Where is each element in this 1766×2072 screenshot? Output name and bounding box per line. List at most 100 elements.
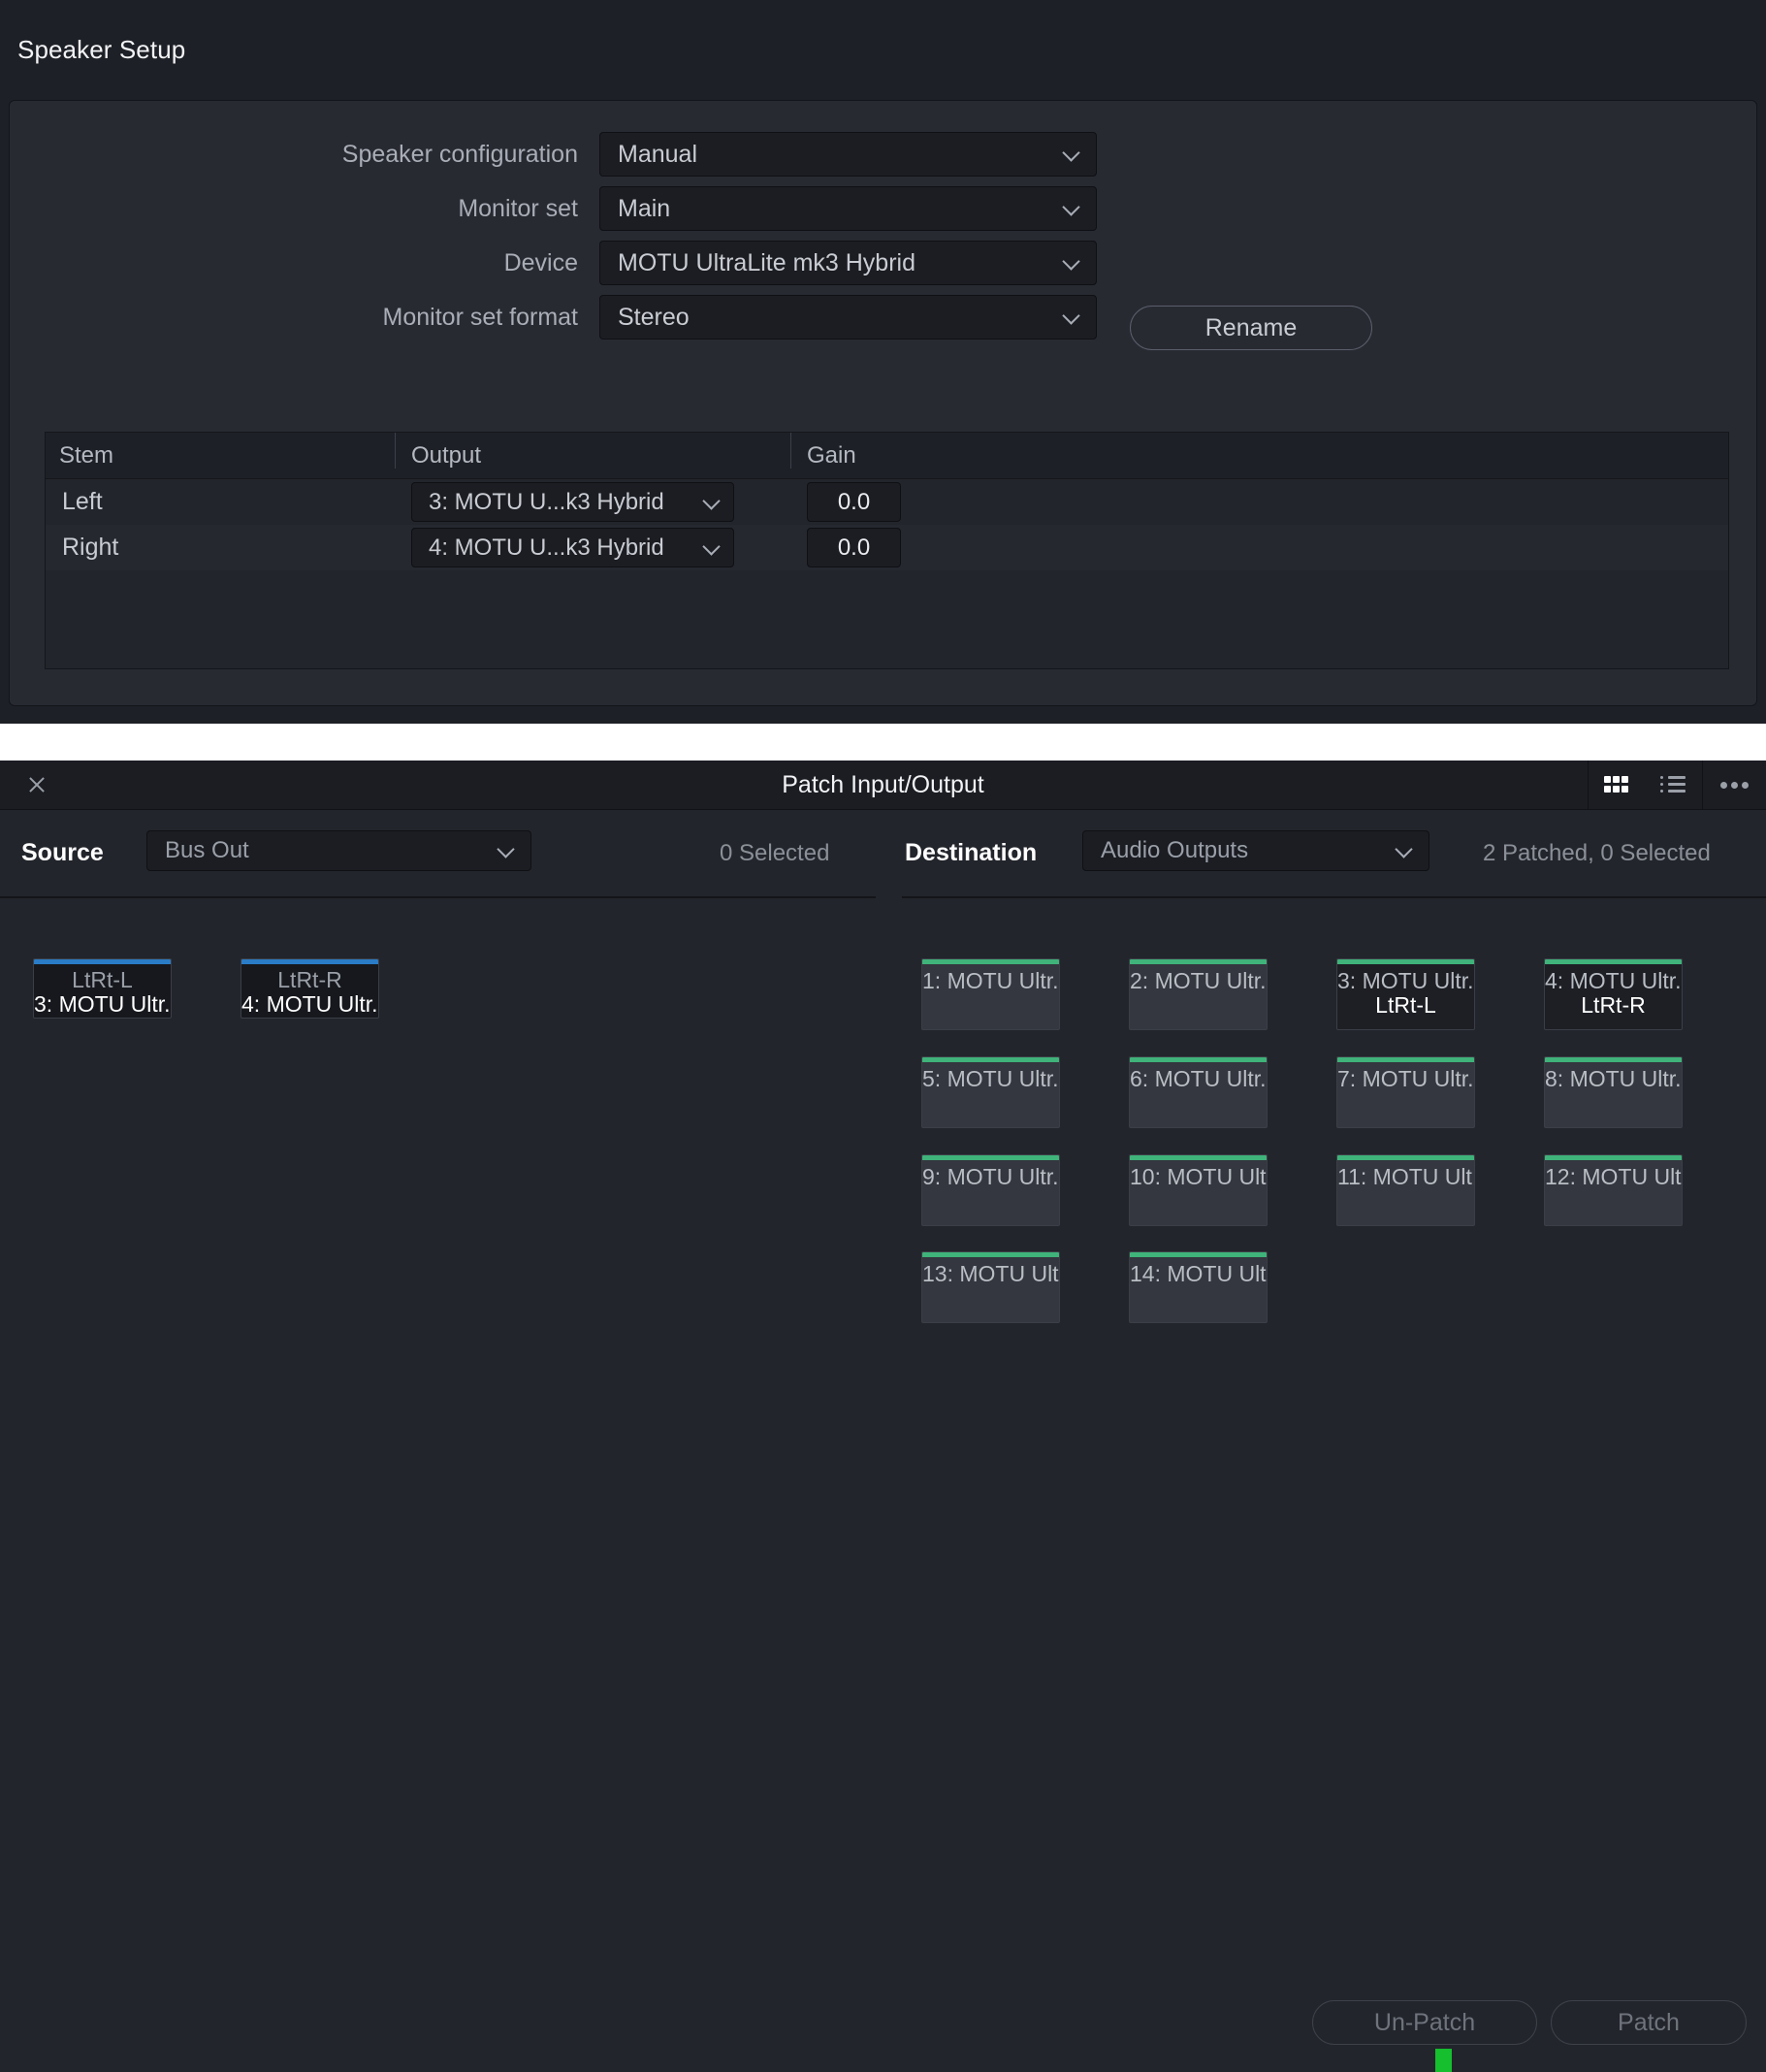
source-accent-bar — [34, 959, 171, 964]
destination-tile-name: 13: MOTU Ult... — [922, 1261, 1059, 1286]
select-output-right[interactable]: 4: MOTU U...k3 Hybrid — [411, 528, 734, 567]
un-patch-button[interactable]: Un-Patch — [1312, 2000, 1537, 2045]
destination-selection-count: 2 Patched, 0 Selected — [1483, 840, 1711, 866]
destination-accent-bar — [922, 959, 1059, 964]
grid-view-button[interactable] — [1589, 761, 1645, 809]
destination-tile-name: 10: MOTU Ult... — [1130, 1164, 1267, 1189]
source-select[interactable]: Bus Out — [146, 830, 531, 871]
table-header-row: Stem Output Gain — [46, 433, 1728, 479]
table-empty-area — [46, 570, 1728, 667]
stem-name: Right — [62, 534, 119, 561]
destination-accent-bar — [1545, 959, 1682, 964]
destination-accent-bar — [922, 1252, 1059, 1257]
destination-accent-bar — [1337, 1155, 1474, 1160]
source-tile[interactable]: LtRt-R 4: MOTU Ultr... — [241, 958, 379, 1019]
source-accent-bar — [241, 959, 378, 964]
source-select-value: Bus Out — [165, 837, 249, 863]
destination-select[interactable]: Audio Outputs — [1082, 830, 1429, 871]
destination-tile-name: 9: MOTU Ultr... — [922, 1164, 1059, 1189]
destination-tile[interactable]: 10: MOTU Ult... — [1129, 1154, 1268, 1226]
more-options-button[interactable] — [1703, 761, 1766, 809]
chevron-down-icon — [1064, 200, 1080, 216]
destination-tile[interactable]: 8: MOTU Ultr... — [1544, 1056, 1683, 1128]
stem-output-table: Stem Output Gain Left 3: MOTU U...k3 Hyb… — [45, 432, 1729, 669]
select-monitor-set[interactable]: Main — [599, 186, 1097, 231]
source-tile[interactable]: LtRt-L 3: MOTU Ultr... — [33, 958, 172, 1019]
destination-tile[interactable]: 11: MOTU Ult... — [1336, 1154, 1475, 1226]
field-row-device: Device MOTU UltraLite mk3 Hybrid — [10, 241, 1756, 285]
chevron-down-icon — [1064, 254, 1080, 271]
page-title: Speaker Setup — [17, 35, 186, 64]
source-destination-bar: Source Bus Out 0 Selected Destination Au… — [0, 809, 1766, 897]
destination-tile[interactable]: 1: MOTU Ultr... — [921, 958, 1060, 1030]
destination-accent-bar — [922, 1155, 1059, 1160]
select-speaker-configuration-value: Manual — [618, 141, 697, 168]
destination-tile-name: 2: MOTU Ultr... — [1130, 968, 1267, 993]
destination-tile[interactable]: 2: MOTU Ultr... — [1129, 958, 1268, 1030]
destination-tile[interactable]: 7: MOTU Ultr... — [1336, 1056, 1475, 1128]
destination-select-value: Audio Outputs — [1101, 837, 1249, 863]
rename-button[interactable]: Rename — [1130, 306, 1372, 350]
destination-accent-bar — [922, 1057, 1059, 1062]
destination-accent-bar — [1130, 1155, 1267, 1160]
select-device[interactable]: MOTU UltraLite mk3 Hybrid — [599, 241, 1097, 285]
column-header-output: Output — [411, 442, 482, 469]
destination-label: Destination — [905, 839, 1038, 866]
destination-accent-bar — [1130, 1252, 1267, 1257]
patch-button[interactable]: Patch — [1551, 2000, 1747, 2045]
source-tile-name: LtRt-L — [72, 967, 133, 992]
column-divider — [395, 433, 396, 469]
patch-title: Patch Input/Output — [782, 771, 984, 798]
table-row[interactable]: Right 4: MOTU U...k3 Hybrid 0.0 — [46, 525, 1728, 570]
select-monitor-set-format[interactable]: Stereo — [599, 295, 1097, 340]
destination-tile-name: 12: MOTU Ult... — [1545, 1164, 1682, 1189]
status-marker — [1435, 2049, 1452, 2072]
select-output-left-value: 3: MOTU U...k3 Hybrid — [429, 489, 664, 515]
gain-field-left[interactable]: 0.0 — [807, 482, 901, 522]
destination-tile-name: 14: MOTU Ult... — [1130, 1261, 1267, 1286]
more-options-icon — [1719, 782, 1750, 789]
patch-io-panel: Patch Input/Output Source Bus Out 0 Sele… — [0, 761, 1766, 2072]
select-output-right-value: 4: MOTU U...k3 Hybrid — [429, 534, 664, 561]
select-monitor-set-format-value: Stereo — [618, 304, 690, 331]
source-tile-channel: 4: MOTU Ultr... — [241, 991, 378, 1017]
destination-tile[interactable]: 12: MOTU Ult... — [1544, 1154, 1683, 1226]
column-divider — [790, 433, 791, 469]
destination-tile-name: 1: MOTU Ultr... — [922, 968, 1059, 993]
column-header-gain: Gain — [807, 442, 856, 469]
destination-tile[interactable]: 14: MOTU Ult... — [1129, 1251, 1268, 1323]
destination-tile[interactable]: 9: MOTU Ultr... — [921, 1154, 1060, 1226]
field-row-speaker-configuration: Speaker configuration Manual — [10, 132, 1756, 177]
destination-accent-bar — [1337, 1057, 1474, 1062]
source-tile-name: LtRt-R — [277, 967, 342, 992]
label-speaker-configuration: Speaker configuration — [341, 141, 578, 168]
select-output-left[interactable]: 3: MOTU U...k3 Hybrid — [411, 482, 734, 522]
source-label: Source — [21, 839, 104, 866]
list-view-button[interactable] — [1645, 761, 1701, 809]
label-device: Device — [503, 249, 578, 276]
chevron-down-icon — [704, 494, 721, 510]
destination-tile-patch: LtRt-R — [1581, 992, 1646, 1018]
destination-tile-name: 11: MOTU Ult... — [1337, 1164, 1474, 1189]
destination-tile-name: 4: MOTU Ultr... — [1545, 968, 1682, 993]
chevron-down-icon — [1064, 308, 1080, 325]
source-selection-count: 0 Selected — [720, 840, 830, 866]
destination-tile-name: 3: MOTU Ultr... — [1337, 968, 1474, 993]
destination-tile[interactable]: 13: MOTU Ult... — [921, 1251, 1060, 1323]
destination-tile[interactable]: 5: MOTU Ultr... — [921, 1056, 1060, 1128]
chevron-down-icon — [704, 539, 721, 556]
destination-tile-patch: LtRt-L — [1375, 992, 1436, 1018]
destination-tile[interactable]: 4: MOTU Ultr... LtRt-R — [1544, 958, 1683, 1030]
destination-accent-bar — [1130, 959, 1267, 964]
destination-accent-bar — [1545, 1057, 1682, 1062]
select-device-value: MOTU UltraLite mk3 Hybrid — [618, 249, 915, 276]
select-speaker-configuration[interactable]: Manual — [599, 132, 1097, 177]
select-monitor-set-value: Main — [618, 195, 671, 222]
column-header-stem: Stem — [59, 442, 114, 469]
destination-tile[interactable]: 6: MOTU Ultr... — [1129, 1056, 1268, 1128]
source-divider — [0, 896, 876, 898]
gain-field-right[interactable]: 0.0 — [807, 528, 901, 567]
destination-accent-bar — [1545, 1155, 1682, 1160]
table-row[interactable]: Left 3: MOTU U...k3 Hybrid 0.0 — [46, 479, 1728, 525]
destination-tile[interactable]: 3: MOTU Ultr... LtRt-L — [1336, 958, 1475, 1030]
